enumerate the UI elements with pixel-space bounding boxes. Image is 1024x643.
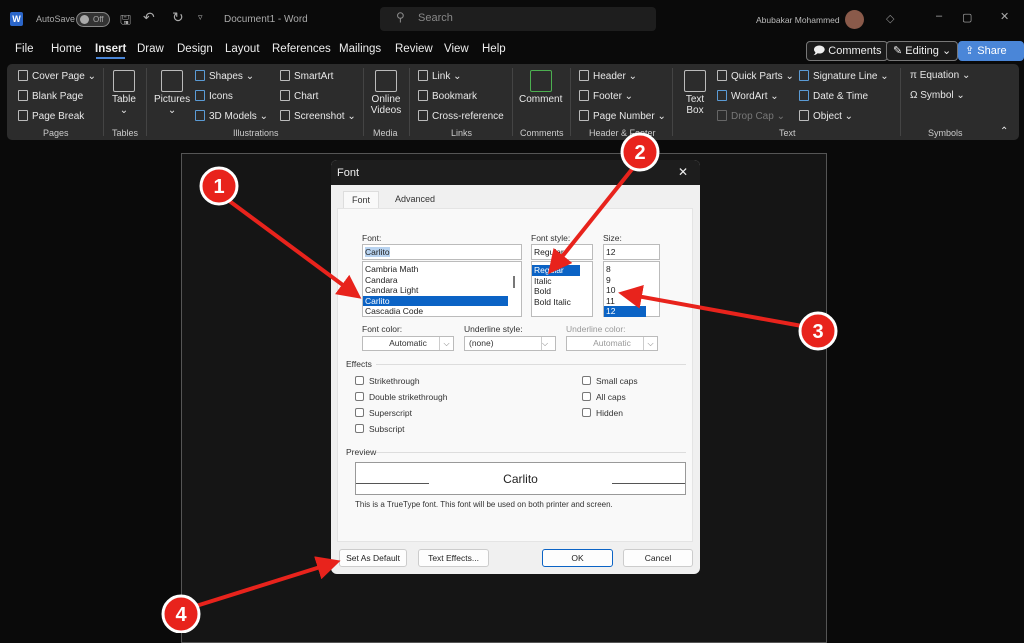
annotation-number-4: 4 <box>175 604 187 626</box>
annotation-arrow-3 <box>626 294 802 326</box>
annotation-number-1: 1 <box>213 176 224 198</box>
annotation-arrow-2 <box>553 168 633 268</box>
annotation-arrow-1 <box>228 200 355 294</box>
annotation-arrow-4 <box>196 563 333 606</box>
annotation-overlay: 1 2 3 4 <box>0 0 1024 633</box>
annotation-number-2: 2 <box>634 142 645 164</box>
annotation-number-3: 3 <box>812 321 823 343</box>
